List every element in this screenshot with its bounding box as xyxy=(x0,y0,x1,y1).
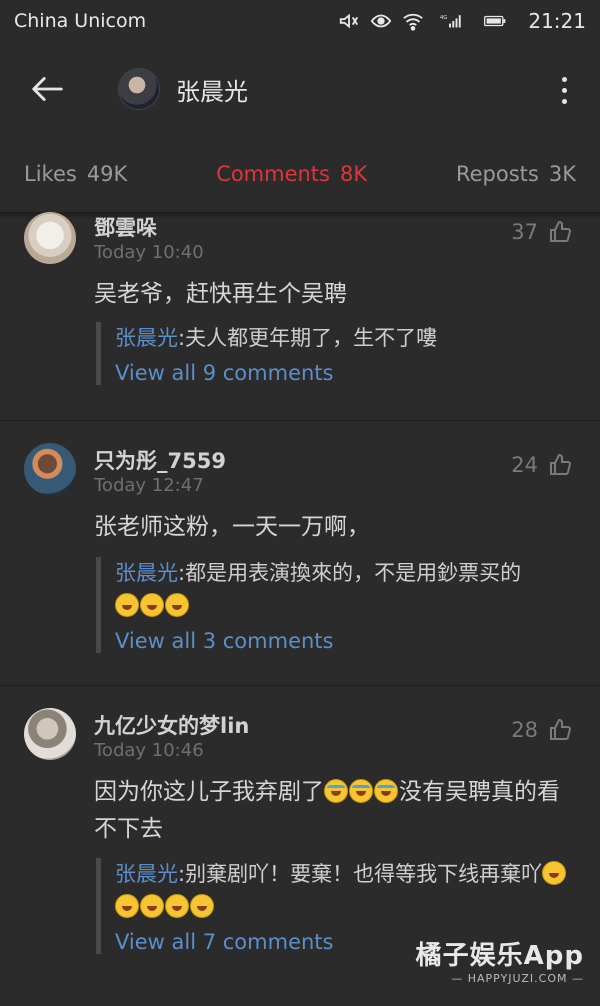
comment-timestamp: Today 10:46 xyxy=(94,740,204,761)
reply-author[interactable]: 张晨光 xyxy=(115,561,178,585)
back-button[interactable] xyxy=(24,65,72,113)
comment-item: 只为彤_7559 Today 12:47 24 张老师这粉，一天一万啊， 张晨光… xyxy=(0,421,600,686)
reply-text: 张晨光:别棄剧吖！要棄！也得等我下线再棄吖 xyxy=(115,858,576,924)
comment-text: 因为你这儿子我弃剧了 没有吴聘真的看不下去 xyxy=(94,774,564,848)
reply-author[interactable]: 张晨光 xyxy=(115,862,178,886)
crying-emoji-icon xyxy=(374,779,398,803)
tab-likes[interactable]: Likes 49K xyxy=(24,162,127,186)
tab-count: 8K xyxy=(340,162,368,186)
clock: 21:21 xyxy=(528,9,586,33)
laugh-emoji-icon xyxy=(140,593,164,617)
mute-icon xyxy=(338,10,360,32)
watermark: 橘子娱乐App — HAPPYJUZI.COM — xyxy=(416,935,584,985)
avatar[interactable] xyxy=(24,443,76,495)
network-type-label: 4G xyxy=(440,15,447,21)
laugh-emoji-icon xyxy=(165,593,189,617)
view-all-comments-link[interactable]: View all 3 comments xyxy=(115,629,576,653)
profile-avatar[interactable] xyxy=(118,68,160,110)
watermark-title: 橘子娱乐App xyxy=(415,941,584,971)
laugh-emoji-icon xyxy=(165,894,189,918)
comment-text: 张老师这粉，一天一万啊， xyxy=(94,514,370,540)
more-vertical-icon[interactable] xyxy=(552,70,576,110)
laugh-emoji-icon xyxy=(140,894,164,918)
reply-content: 都是用表演換來的，不是用鈔票买的 xyxy=(185,561,522,585)
tab-comments[interactable]: Comments 8K xyxy=(216,162,367,186)
reply-content: 夫人都更年期了，生不了嘍 xyxy=(185,326,438,350)
comment-text: 吴老爷，赶快再生个吴聘 xyxy=(94,281,347,307)
comment-item: 鄧雲哚 Today 10:40 37 吴老爷，赶快再生个吴聘 张晨光:夫人都更年… xyxy=(0,212,600,421)
eye-icon xyxy=(370,10,392,32)
watermark-subtitle: — HAPPYJUZI.COM — xyxy=(451,972,584,985)
like-button[interactable]: 28 xyxy=(511,718,572,742)
signal-icon: 4G xyxy=(434,10,468,32)
reply-author[interactable]: 张晨光 xyxy=(115,326,178,350)
comment-list: 鄧雲哚 Today 10:40 37 吴老爷，赶快再生个吴聘 张晨光:夫人都更年… xyxy=(0,212,600,1006)
crying-emoji-icon xyxy=(324,779,348,803)
thumbs-up-icon xyxy=(550,718,572,740)
avatar[interactable] xyxy=(24,212,76,264)
thumbs-up-icon xyxy=(550,220,572,242)
status-bar: China Unicom 4G 21:21 xyxy=(0,0,600,42)
laugh-emoji-icon xyxy=(190,894,214,918)
crying-emoji-icon xyxy=(349,779,373,803)
app-header: 张晨光 xyxy=(0,42,600,136)
tab-label: Comments xyxy=(216,162,330,186)
comment-text-part: 因为你这儿子我弃剧了 xyxy=(94,779,324,805)
like-count: 37 xyxy=(511,220,538,244)
reply-thread: 张晨光:都是用表演換來的，不是用鈔票买的 View all 3 comments xyxy=(96,557,576,653)
comment-username[interactable]: 只为彤_7559 xyxy=(94,445,226,475)
like-count: 24 xyxy=(511,453,538,477)
tab-count: 3K xyxy=(548,162,576,186)
carrier-label: China Unicom xyxy=(14,10,147,32)
thumbs-up-icon xyxy=(550,453,572,475)
laugh-emoji-icon xyxy=(115,894,139,918)
view-all-comments-link[interactable]: View all 9 comments xyxy=(115,361,576,385)
comment-username[interactable]: 九亿少女的梦lin xyxy=(94,710,249,740)
stats-tabs: Likes 49K Comments 8K Reposts 3K xyxy=(0,136,600,212)
wifi-icon xyxy=(402,10,424,32)
reply-text: 张晨光:都是用表演換來的，不是用鈔票买的 xyxy=(115,557,576,623)
laugh-emoji-icon xyxy=(115,593,139,617)
tab-label: Likes xyxy=(24,162,77,186)
page-title[interactable]: 张晨光 xyxy=(176,72,248,107)
reply-content: 别棄剧吖！要棄！也得等我下线再棄吖 xyxy=(185,862,543,886)
comment-timestamp: Today 10:40 xyxy=(94,242,204,263)
battery-icon xyxy=(478,10,512,32)
tab-reposts[interactable]: Reposts 3K xyxy=(456,162,576,186)
like-button[interactable]: 24 xyxy=(511,453,572,477)
like-count: 28 xyxy=(511,718,538,742)
reply-thread: 张晨光:夫人都更年期了，生不了嘍 View all 9 comments xyxy=(96,322,576,385)
like-button[interactable]: 37 xyxy=(511,220,572,244)
laugh-emoji-icon xyxy=(542,861,567,885)
arrow-left-icon xyxy=(32,77,63,101)
comment-username[interactable]: 鄧雲哚 xyxy=(94,212,157,242)
tab-label: Reposts xyxy=(455,162,539,186)
avatar[interactable] xyxy=(24,708,76,760)
tab-count: 49K xyxy=(86,162,128,186)
reply-text: 张晨光:夫人都更年期了，生不了嘍 xyxy=(115,326,438,350)
comment-timestamp: Today 12:47 xyxy=(94,475,204,496)
